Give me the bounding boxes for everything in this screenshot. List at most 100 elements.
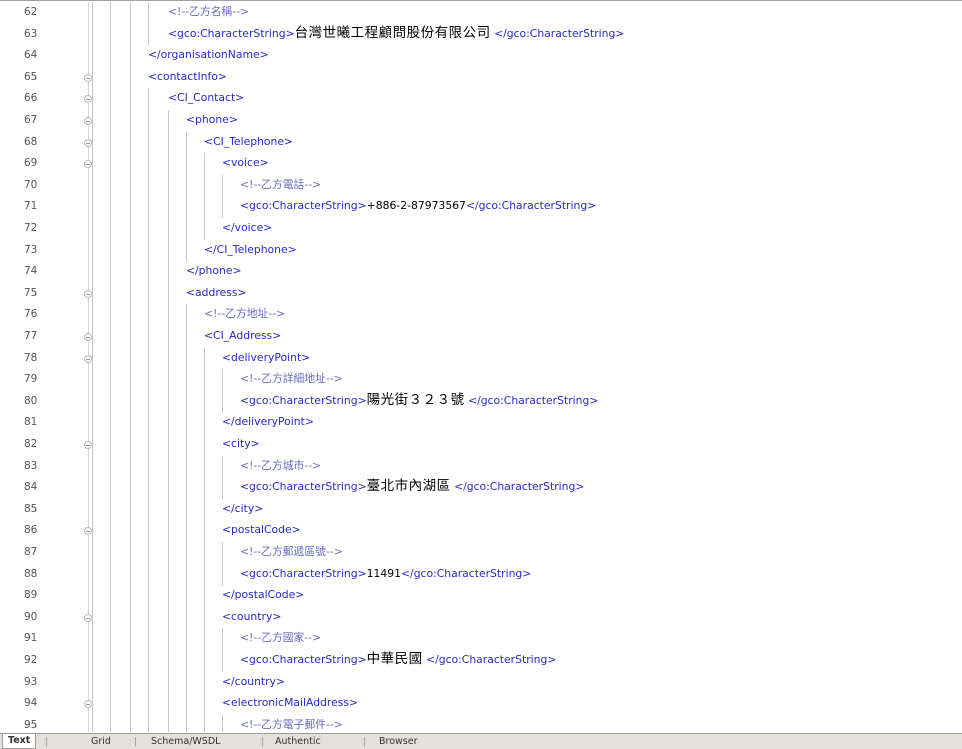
code-line[interactable]: 72 </voice>	[0, 218, 962, 240]
xml-tag: <CI_Address>	[204, 329, 282, 342]
fold-toggle-icon[interactable]	[84, 613, 92, 622]
code-line[interactable]: 95 <!--乙方電子郵件-->	[0, 714, 962, 732]
tab-separator	[262, 737, 263, 747]
tab-authentic[interactable]: Authentic	[270, 735, 326, 749]
fold-toggle-icon[interactable]	[84, 95, 92, 104]
indent-guide	[168, 671, 169, 694]
indent-guide	[92, 23, 93, 46]
line-number: 76	[24, 308, 38, 321]
code-line[interactable]: 88 <gco:CharacterString>11491</gco:Charac…	[0, 563, 962, 586]
gutter-guide	[88, 498, 89, 521]
code-line[interactable]: 68 <CI_Telephone>	[0, 131, 962, 154]
code-content: </phone>	[186, 263, 242, 278]
code-line[interactable]: 86 <postalCode>	[0, 520, 962, 543]
xml-tag: </gco:CharacterString>	[401, 566, 532, 580]
line-number: 95	[24, 718, 38, 731]
code-line[interactable]: 76 <!--乙方地址-->	[0, 304, 962, 327]
code-line[interactable]: 84 <gco:CharacterString>臺北市內湖區 </gco:Char…	[0, 477, 962, 500]
code-line[interactable]: 62 <!--乙方名稱-->	[0, 2, 962, 24]
code-line[interactable]: 89 </postalCode>	[0, 585, 962, 608]
indent-guide	[110, 261, 111, 284]
indent-guide	[110, 239, 111, 262]
indent-guide	[130, 455, 131, 478]
indent-guide	[92, 369, 93, 392]
xml-comment: <!--乙方城市-->	[240, 458, 322, 472]
tab-browser[interactable]: Browser	[374, 735, 423, 749]
indent-guide	[92, 153, 93, 176]
code-line[interactable]: 93 </country>	[0, 671, 962, 694]
indent-guide	[204, 520, 205, 543]
code-line[interactable]: 63 <gco:CharacterString>台灣世曦工程顧問股份有限公司 </…	[0, 23, 962, 46]
code-line[interactable]: 75 <address>	[0, 282, 962, 305]
indent-guide	[148, 585, 149, 608]
fold-toggle-icon[interactable]	[84, 333, 92, 341]
indent-guide	[130, 218, 131, 240]
code-line[interactable]: 78 <deliveryPoint>	[0, 347, 962, 370]
code-line[interactable]: 73 </CI_Telephone>	[0, 239, 962, 262]
tab-grid[interactable]: Grid	[86, 735, 116, 749]
indent-guide	[110, 196, 111, 219]
code-line[interactable]: 79 <!--乙方詳細地址-->	[0, 369, 962, 392]
fold-toggle-icon[interactable]	[84, 117, 92, 125]
tab-text[interactable]: Text	[2, 734, 37, 749]
indent-guide	[92, 131, 93, 154]
code-line[interactable]: 90 <country>	[0, 606, 962, 629]
gutter-guide	[88, 650, 89, 672]
code-line[interactable]: 66 <CI_Contact>	[0, 88, 962, 111]
code-line[interactable]: 69 <voice>	[0, 153, 962, 176]
fold-toggle-icon[interactable]	[84, 700, 92, 709]
code-line[interactable]: 65 <contactInfo>	[0, 66, 962, 89]
code-line[interactable]: 71 <gco:CharacterString>+886-2-87973567</…	[0, 196, 962, 219]
code-line[interactable]: 82 <city>	[0, 434, 962, 456]
gutter-guide	[88, 369, 89, 392]
indent-guide	[130, 606, 131, 629]
code-line[interactable]: 87 <!--乙方郵遞區號-->	[0, 542, 962, 564]
gutter-guide	[88, 196, 89, 219]
indent-guide	[148, 239, 149, 262]
indent-guide	[110, 434, 111, 456]
code-line[interactable]: 77 <CI_Address>	[0, 326, 962, 348]
xml-comment: <!--乙方電話-->	[240, 177, 322, 191]
xml-tag: </voice>	[222, 221, 273, 234]
fold-toggle-icon[interactable]	[84, 354, 92, 363]
code-line[interactable]: 92 <gco:CharacterString>中華民國 </gco:Charac…	[0, 650, 962, 672]
code-line[interactable]: 67 <phone>	[0, 110, 962, 132]
indent-guide	[168, 326, 169, 348]
indent-guide	[92, 714, 93, 732]
indent-guide	[130, 390, 131, 413]
fold-toggle-icon[interactable]	[84, 160, 92, 169]
indent-guide	[130, 671, 131, 694]
code-line[interactable]: 81 </deliveryPoint>	[0, 412, 962, 435]
fold-toggle-icon[interactable]	[84, 289, 92, 298]
code-line[interactable]: 74 </phone>	[0, 261, 962, 284]
tab-schema-wsdl[interactable]: Schema/WSDL	[146, 735, 225, 749]
line-number: 63	[24, 27, 38, 40]
code-line[interactable]: 64 </organisationName>	[0, 45, 962, 68]
code-editor[interactable]: 62 <!--乙方名稱--> 63 <gco:CharacterString>台灣世曦…	[0, 0, 962, 732]
code-line[interactable]: 70 <!--乙方電話-->	[0, 174, 962, 197]
xml-text-value: 11491	[366, 566, 402, 580]
indent-guide	[130, 542, 131, 564]
xml-tag: <country>	[222, 609, 282, 623]
xml-tag: <address>	[186, 285, 247, 299]
code-line[interactable]: 85 </city>	[0, 498, 962, 521]
fold-toggle-icon[interactable]	[84, 527, 92, 536]
fold-toggle-icon[interactable]	[84, 441, 92, 449]
xml-text-value: 台灣世曦工程顧問股份有限公司	[294, 24, 491, 41]
fold-toggle-icon[interactable]	[84, 138, 92, 147]
xml-tag: </gco:CharacterString>	[464, 393, 599, 407]
code-line[interactable]: 94 <electronicMailAddress>	[0, 693, 962, 716]
line-number: 70	[24, 178, 38, 191]
code-line[interactable]: 91 <!--乙方國家-->	[0, 628, 962, 651]
fold-toggle-icon[interactable]	[84, 73, 92, 82]
indent-guide	[186, 390, 187, 413]
indent-guide	[130, 174, 131, 197]
indent-guide	[92, 326, 93, 348]
code-content: </country>	[222, 674, 285, 689]
code-line[interactable]: 83 <!--乙方城市-->	[0, 455, 962, 478]
code-content: <CI_Telephone>	[204, 134, 293, 149]
code-line[interactable]: 80 <gco:CharacterString>陽光街３２３號 </gco:Cha…	[0, 390, 962, 413]
code-content: <gco:CharacterString>+886-2-87973567</gc…	[240, 198, 596, 213]
indent-guide	[168, 218, 169, 240]
indent-guide	[110, 131, 111, 154]
